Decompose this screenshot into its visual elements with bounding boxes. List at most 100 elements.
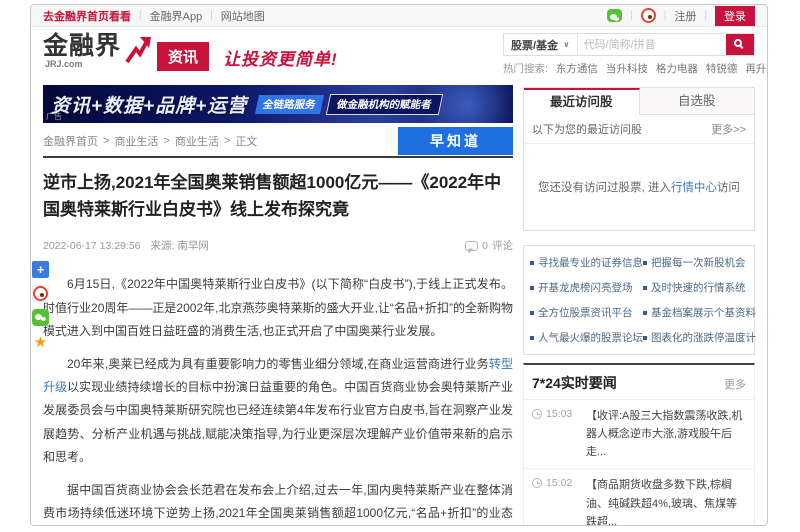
divider: | xyxy=(139,10,142,21)
ad-banner[interactable]: 资讯+数据+品牌+运营 全链路服务 做金融机构的赋能者 广告 xyxy=(43,85,513,123)
source-name: 南早网 xyxy=(177,240,209,252)
hot-search-link[interactable]: 东方通信 xyxy=(556,61,598,76)
breadcrumb: 金融界首页 > 商业生活 > 商业生活 > 正文 xyxy=(43,133,257,149)
divider: | xyxy=(630,10,633,21)
wechat-share-icon[interactable] xyxy=(32,309,49,326)
empty-state: 您还没有访问过股票, 进入行情中心访问 xyxy=(524,144,754,230)
breadcrumb-current: 正文 xyxy=(235,133,257,149)
quick-link-label: 全方位股票资讯平台 xyxy=(538,305,633,320)
hot-search-link[interactable]: 再升科技 xyxy=(745,61,768,76)
ad-headline: 资讯+数据+品牌+运营 xyxy=(51,91,247,118)
site-header: 金融界 JRJ.com 资讯 让投资更简单! 股票/基金 ∨ 热门搜索: xyxy=(31,27,767,83)
ad-tagline: 做金融机构的赋能者 xyxy=(326,94,443,115)
news-time: 15:03 xyxy=(546,408,572,420)
jrj-logo[interactable]: 金融界 JRJ.com xyxy=(43,33,147,69)
divider: | xyxy=(704,10,707,21)
wechat-icon[interactable] xyxy=(607,9,622,22)
source-label: 来源: xyxy=(151,240,175,252)
ad-badge: 全链路服务 xyxy=(255,95,324,114)
news-item[interactable]: 15:03 【收评:A股三大指数震荡收跌,机器人概念逆市大涨,游戏股午后走... xyxy=(524,399,754,468)
go-home-link[interactable]: 去金融界首页看看 xyxy=(43,8,131,24)
bullet-icon xyxy=(643,261,647,265)
bullet-icon xyxy=(643,311,647,315)
clock-icon xyxy=(532,478,542,488)
bullet-icon xyxy=(530,261,534,265)
quick-link[interactable]: 开基龙虎榜闪亮登场 xyxy=(530,280,643,295)
search-input[interactable] xyxy=(578,34,726,55)
bullet-icon xyxy=(530,311,534,315)
top-bar: 去金融界首页看看 | 金融界App | 网站地图 | | 注册 | 登录 xyxy=(31,5,767,27)
zaozhidao-button[interactable]: 早知道 xyxy=(398,127,513,155)
live-news-title: 7*24实时要闻 xyxy=(532,373,617,393)
comments-link[interactable]: 0 评论 xyxy=(465,238,513,253)
login-button[interactable]: 登录 xyxy=(715,6,755,26)
paragraph-text: 以实现业绩持续增长的目标中扮演日益重要的角色。中国百货商业协会奥特莱斯产业发展委… xyxy=(43,380,513,464)
register-link[interactable]: 注册 xyxy=(674,8,696,24)
article-meta: 2022-06-17 13:29:56 来源: 南早网 0 评论 xyxy=(43,238,513,253)
news-text: 【收评:A股三大指数震荡收跌,机器人概念逆市大涨,游戏股午后走... xyxy=(586,407,746,461)
breadcrumb-section[interactable]: 商业生活 xyxy=(175,133,219,149)
quick-link-label: 基金档案展示个基资料 xyxy=(651,305,756,320)
search-button[interactable] xyxy=(726,34,754,55)
search-category-select[interactable]: 股票/基金 ∨ xyxy=(504,34,578,55)
quick-link-label: 把握每一次新股机会 xyxy=(651,255,746,270)
search-category-label: 股票/基金 xyxy=(511,37,558,53)
slogan-text: 让投资更简单! xyxy=(223,45,338,70)
empty-text: 您还没有访问过股票, 进入 xyxy=(538,179,671,195)
stock-widget: 最近访问股 自选股 以下为您的最近访问股 更多>> 您还没有访问过股票, 进入行… xyxy=(523,87,755,231)
breadcrumb-separator: > xyxy=(163,135,169,147)
quick-link[interactable]: 图表化的涨跌停温度计 xyxy=(643,330,756,345)
recent-stocks-header: 以下为您的最近访问股 xyxy=(532,121,642,137)
bullet-icon xyxy=(530,336,534,340)
paragraph: 6月15日,《2022年中国奥特莱斯行业白皮书》(以下简称“白皮书”),于线上正… xyxy=(43,273,513,343)
news-time: 15:02 xyxy=(546,477,572,489)
hot-search-link[interactable]: 格力电器 xyxy=(656,61,698,76)
quick-link-label: 及时快速的行情系统 xyxy=(651,280,746,295)
publish-date: 2022-06-17 13:29:56 xyxy=(43,240,141,252)
breadcrumb-home[interactable]: 金融界首页 xyxy=(43,133,98,149)
bullet-icon xyxy=(643,286,647,290)
breadcrumb-channel[interactable]: 商业生活 xyxy=(114,133,158,149)
weibo-share-icon[interactable] xyxy=(32,285,49,302)
quick-link[interactable]: 全方位股票资讯平台 xyxy=(530,305,643,320)
quick-link[interactable]: 基金档案展示个基资料 xyxy=(643,305,756,320)
quick-link[interactable]: 及时快速的行情系统 xyxy=(643,280,756,295)
bullet-icon xyxy=(530,286,534,290)
market-center-link[interactable]: 行情中心 xyxy=(671,179,717,195)
news-item[interactable]: 15:02 【商品期货收盘多数下跌,棕榈油、纯碱跌超4%,玻璃、焦煤等跌超... xyxy=(524,468,754,526)
hot-search-link[interactable]: 特锐德 xyxy=(706,61,738,76)
article-title: 逆市上扬,2021年全国奥莱销售额超1000亿元——《2022年中国奥特莱斯行业… xyxy=(43,169,513,223)
logo-arrow-icon xyxy=(125,35,151,65)
tab-watchlist[interactable]: 自选股 xyxy=(640,88,755,115)
quick-link[interactable]: 把握每一次新股机会 xyxy=(643,255,756,270)
paragraph-text: 20年来,奥莱已经成为具有重要影响力的零售业细分领域,在商业运营商进行业务 xyxy=(67,357,489,371)
quick-link[interactable]: 寻找最专业的证券信息 xyxy=(530,255,643,270)
divider: | xyxy=(210,10,213,21)
quick-link-label: 图表化的涨跌停温度计 xyxy=(651,330,756,345)
paragraph: 据中国百货商业协会会长范君在发布会上介绍,过去一年,国内奥特莱斯产业在整体消费市… xyxy=(43,479,513,527)
breadcrumb-separator: > xyxy=(103,135,109,147)
favorite-star-icon[interactable]: ★ xyxy=(32,333,49,350)
divider-line xyxy=(43,156,513,158)
clock-icon xyxy=(532,409,542,419)
live-news-widget: 7*24实时要闻 更多 15:03 【收评:A股三大指数震荡收跌,机器人概念逆市… xyxy=(523,363,755,526)
quick-link[interactable]: 人气最火爆的股票论坛 xyxy=(530,330,643,345)
divider: | xyxy=(664,10,667,21)
share-plus-icon[interactable]: + xyxy=(32,261,49,278)
channel-badge[interactable]: 资讯 xyxy=(157,42,209,71)
share-rail: + ★ xyxy=(32,261,50,350)
quick-link-label: 人气最火爆的股票论坛 xyxy=(538,330,643,345)
sitemap-link[interactable]: 网站地图 xyxy=(221,8,265,24)
page-frame: 去金融界首页看看 | 金融界App | 网站地图 | | 注册 | 登录 金融界… xyxy=(30,4,768,526)
search-area: 股票/基金 ∨ 热门搜索: 东方通信 当升科技 格力电器 特锐德 再升科技 xyxy=(503,33,755,76)
more-stocks-link[interactable]: 更多>> xyxy=(711,121,746,137)
main-area: 资讯+数据+品牌+运营 全链路服务 做金融机构的赋能者 广告 金融界首页 > 商… xyxy=(31,83,767,526)
comment-bubble-icon xyxy=(465,241,478,251)
tab-recent-stocks[interactable]: 最近访问股 xyxy=(524,88,640,115)
quick-link-label: 寻找最专业的证券信息 xyxy=(538,255,643,270)
breadcrumb-separator: > xyxy=(224,135,230,147)
app-link[interactable]: 金融界App xyxy=(150,8,203,24)
live-news-more-link[interactable]: 更多 xyxy=(724,376,746,392)
hot-search-link[interactable]: 当升科技 xyxy=(606,61,648,76)
weibo-icon[interactable] xyxy=(641,8,656,23)
